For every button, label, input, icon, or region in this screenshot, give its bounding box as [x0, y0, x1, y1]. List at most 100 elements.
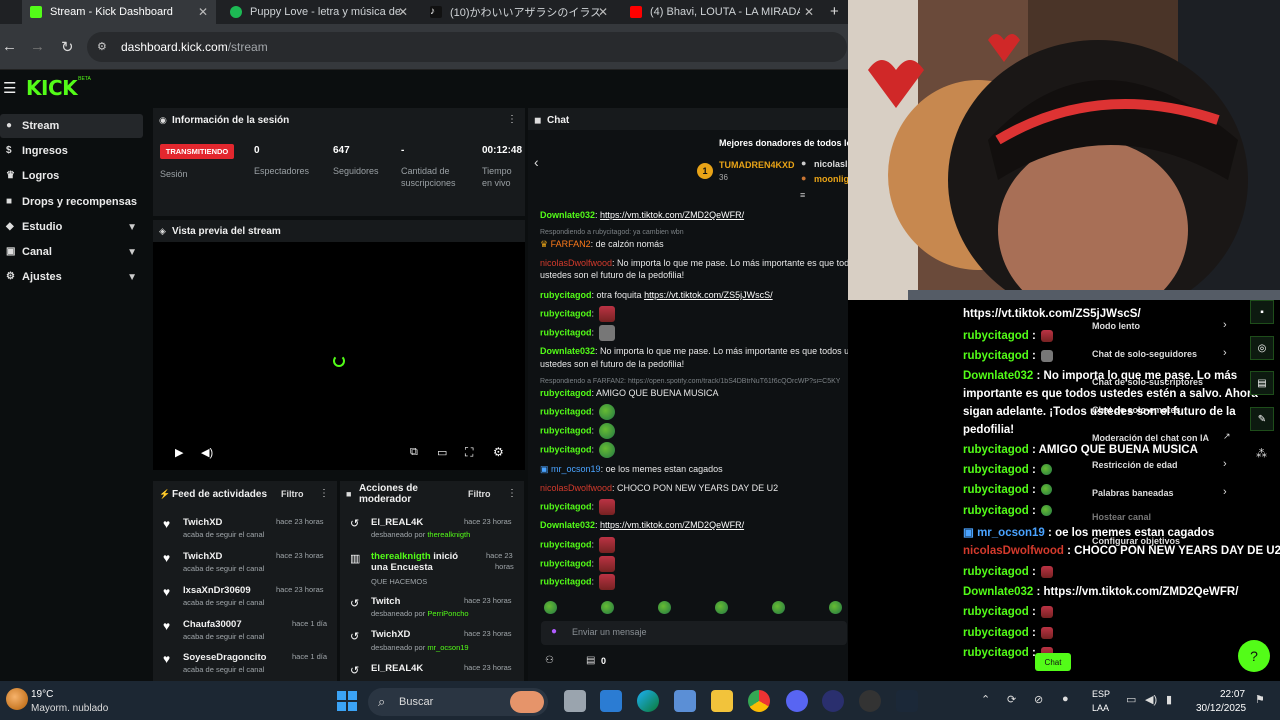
- chat-username[interactable]: nicolasDwolfwood: [540, 258, 612, 268]
- gift-icon[interactable]: ▤: [586, 655, 595, 666]
- tab-kick-dashboard[interactable]: Stream - Kick Dashboard ✕: [22, 0, 216, 24]
- chat-link[interactable]: https://vm.tiktok.com/ZMD2QeWFR/: [600, 210, 744, 220]
- volume-icon[interactable]: ◀): [1145, 693, 1157, 706]
- more-options-icon[interactable]: ⋮: [319, 488, 329, 499]
- weather-icon[interactable]: [6, 688, 28, 710]
- mod-target[interactable]: Twitch: [371, 596, 400, 607]
- chat-username[interactable]: Downlate032: [540, 346, 595, 356]
- sidebar-item-canal[interactable]: ▣ Canal ▼: [0, 240, 143, 264]
- chat-link[interactable]: https://vt.tiktok.com/ZS5jJWscS/: [644, 290, 773, 300]
- chat-username[interactable]: nicolasDwolfwood: [540, 483, 612, 493]
- menu-followers-only[interactable]: Chat de solo-seguidores: [1092, 349, 1197, 359]
- feed-user[interactable]: TwichXD: [183, 551, 222, 562]
- chat-username[interactable]: mr_ocson19: [551, 464, 601, 474]
- mod-user[interactable]: therealknigth: [427, 530, 470, 539]
- feed-user[interactable]: IxsaXnDr30609: [183, 585, 251, 596]
- discord-icon[interactable]: [786, 690, 808, 712]
- chat-username[interactable]: rubycitagod: [540, 501, 592, 511]
- menu-banned-words[interactable]: Palabras baneadas: [1092, 488, 1174, 498]
- clock-time[interactable]: 22:07: [1220, 689, 1245, 700]
- chat-username[interactable]: rubycitagod: [540, 308, 592, 318]
- expand-icon[interactable]: ≡: [800, 190, 805, 200]
- more-options-icon[interactable]: ⋮: [507, 114, 517, 125]
- chat-button[interactable]: Chat: [1035, 653, 1071, 671]
- task-view-icon[interactable]: [564, 690, 586, 712]
- filter-button[interactable]: Filtro: [281, 489, 304, 499]
- clock-date[interactable]: 30/12/2025: [1196, 703, 1246, 714]
- windows-start-icon[interactable]: [337, 691, 357, 711]
- chat-link[interactable]: https://vm.tiktok.com/ZMD2QeWFR/: [600, 520, 744, 530]
- tab-spotify[interactable]: Puppy Love - letra y música de ✕: [222, 0, 416, 24]
- chat-username[interactable]: FARFAN2: [551, 239, 591, 249]
- close-icon[interactable]: ✕: [398, 5, 408, 19]
- chevron-left-icon[interactable]: ‹: [534, 154, 539, 170]
- chat-username[interactable]: rubycitagod: [540, 576, 592, 586]
- feed-user[interactable]: TwichXD: [183, 517, 222, 528]
- fullscreen-icon[interactable]: ⛶: [465, 445, 473, 460]
- chat-username[interactable]: rubycitagod: [540, 388, 592, 398]
- new-tab-icon[interactable]: +: [830, 3, 839, 20]
- pip-icon[interactable]: ⧉: [410, 446, 418, 459]
- network-muted-icon[interactable]: ⊘: [1034, 693, 1043, 706]
- chat-username[interactable]: rubycitagod: [540, 425, 592, 435]
- sidebar-item-estudio[interactable]: ◆ Estudio ▼: [0, 215, 143, 239]
- chat-input[interactable]: ● Enviar un mensaje: [541, 621, 847, 645]
- sync-icon[interactable]: ⟳: [1007, 693, 1016, 706]
- layout-icon[interactable]: ▤: [1250, 371, 1274, 395]
- close-icon[interactable]: ✕: [598, 5, 608, 19]
- help-icon[interactable]: ?: [1238, 640, 1270, 672]
- chat-username[interactable]: Downlate032: [540, 210, 595, 220]
- chevron-up-icon[interactable]: ⌃: [981, 693, 990, 706]
- connect-icon[interactable]: ⁂: [1256, 447, 1267, 460]
- reload-icon[interactable]: ↻: [61, 38, 74, 56]
- emote-icon[interactable]: [601, 601, 614, 614]
- keyboard-layout[interactable]: LAA: [1092, 703, 1109, 713]
- kick-logo[interactable]: KICK BETA: [26, 76, 91, 100]
- hamburger-menu-icon[interactable]: ☰: [3, 79, 16, 97]
- chat-username[interactable]: rubycitagod: [540, 290, 592, 300]
- display-icon[interactable]: ▭: [1126, 693, 1136, 706]
- emote-icon[interactable]: [715, 601, 728, 614]
- language-code[interactable]: ESP: [1092, 689, 1110, 699]
- volume-icon[interactable]: ◀): [201, 446, 213, 459]
- file-explorer-icon[interactable]: [711, 690, 733, 712]
- obs-icon[interactable]: [822, 690, 844, 712]
- steam-icon[interactable]: [896, 690, 918, 712]
- menu-ai-moderation[interactable]: Moderación del chat con IA: [1092, 433, 1209, 443]
- forward-icon[interactable]: →: [30, 38, 45, 55]
- mod-user[interactable]: mr_ocson19: [427, 643, 468, 652]
- menu-host-channel[interactable]: Hostear canal: [1092, 512, 1151, 522]
- tab-youtube[interactable]: (4) Bhavi, LOUTA - LA MIRADA ✕: [622, 0, 822, 24]
- mod-user[interactable]: PerriPoncho: [427, 609, 468, 618]
- wrench-icon[interactable]: ✎: [1250, 407, 1274, 431]
- battery-icon[interactable]: ▮: [1166, 693, 1172, 706]
- menu-age-restriction[interactable]: Restricción de edad: [1092, 460, 1178, 470]
- play-icon[interactable]: ▶: [175, 446, 183, 459]
- mod-target[interactable]: El_REAL4K: [371, 517, 423, 528]
- more-options-icon[interactable]: ⋮: [507, 488, 517, 499]
- emote-icon[interactable]: [544, 601, 557, 614]
- mod-target[interactable]: TwichXD: [371, 629, 410, 640]
- sidebar-item-drops[interactable]: ■ Drops y recompensas: [0, 190, 143, 214]
- back-icon[interactable]: ←: [2, 38, 17, 55]
- taskbar-search[interactable]: ⌕ Buscar: [368, 688, 548, 716]
- sidebar-item-logros[interactable]: ♛ Logros: [0, 164, 143, 188]
- tab-tiktok[interactable]: ♪ (10)かわいいアザラシのイラストとミ ✕: [422, 0, 616, 24]
- sidebar-item-stream[interactable]: ● Stream: [0, 114, 143, 138]
- sidebar-item-ingresos[interactable]: $ Ingresos: [0, 139, 143, 163]
- chat-username[interactable]: rubycitagod: [540, 558, 592, 568]
- emote-icon[interactable]: [829, 601, 842, 614]
- app-icon[interactable]: [859, 690, 881, 712]
- notification-icon[interactable]: ⚑: [1255, 693, 1265, 706]
- chat-username[interactable]: rubycitagod: [540, 539, 592, 549]
- store-icon[interactable]: [674, 690, 696, 712]
- chat-username[interactable]: Downlate032: [540, 520, 595, 530]
- chat-username[interactable]: rubycitagod: [540, 444, 592, 454]
- chat-username[interactable]: rubycitagod: [540, 406, 592, 416]
- site-info-icon[interactable]: ⚙: [97, 40, 107, 53]
- feed-user[interactable]: SoyeseDragoncito: [183, 652, 266, 663]
- mod-user[interactable]: therealknigth: [371, 551, 431, 562]
- chrome-icon[interactable]: [748, 690, 770, 712]
- sidebar-item-ajustes[interactable]: ⚙ Ajustes ▼: [0, 265, 143, 289]
- edge-icon[interactable]: [637, 690, 659, 712]
